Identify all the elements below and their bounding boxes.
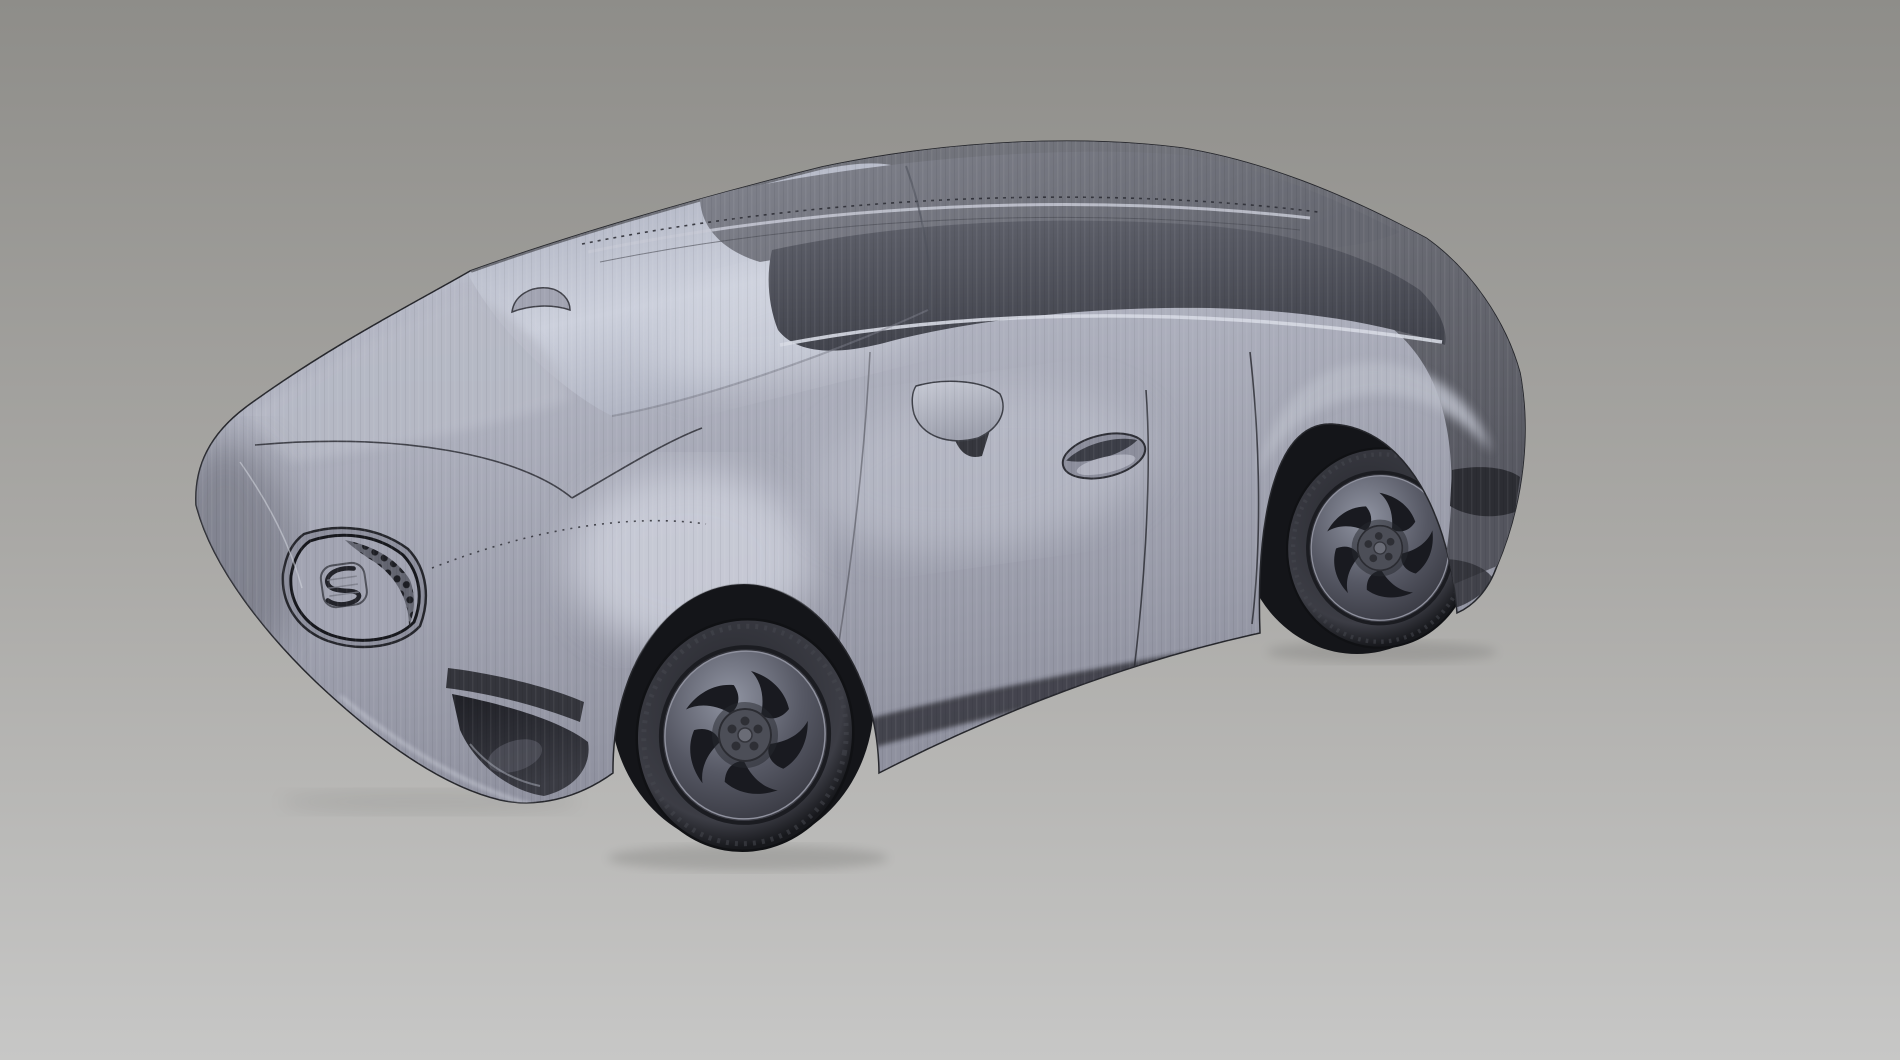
3d-viewport[interactable] (0, 0, 1900, 1060)
render-canvas (0, 0, 1900, 1060)
